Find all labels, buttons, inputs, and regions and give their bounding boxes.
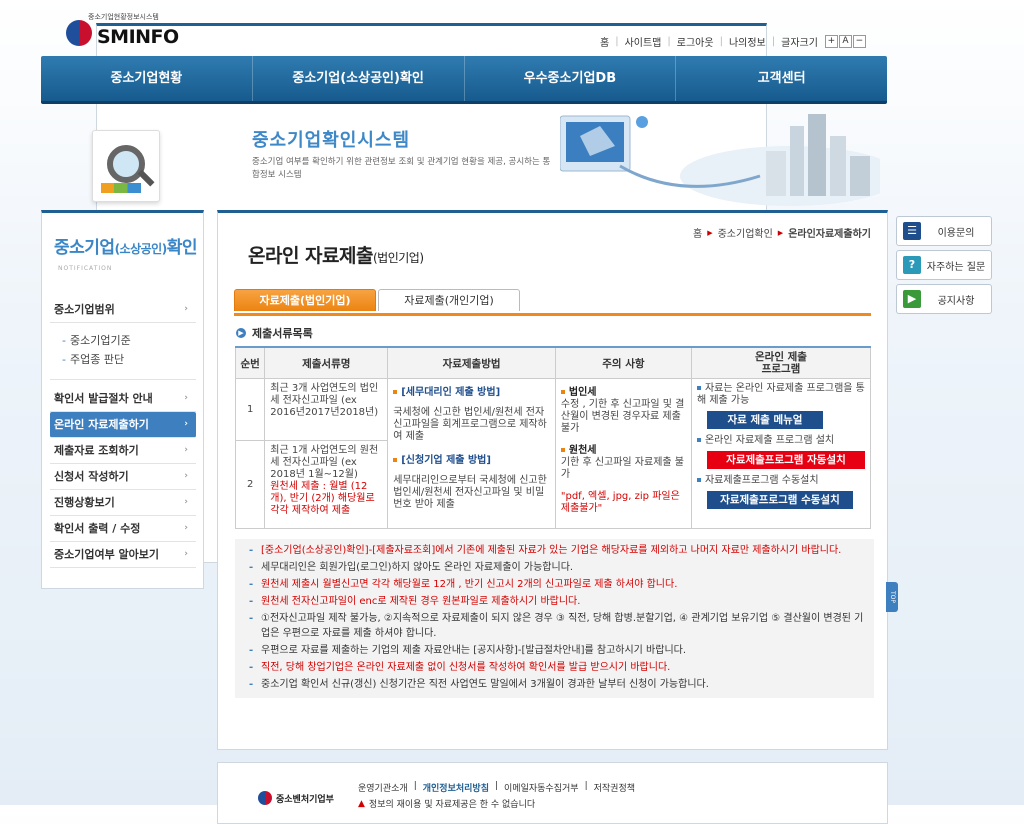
breadcrumb-mid[interactable]: 중소기업확인 (718, 225, 773, 240)
sidebar-item-issue-guide[interactable]: 확인서 발급절차 안내 › (50, 386, 196, 412)
footer-link-copyright[interactable]: 저작권정책 (594, 781, 635, 794)
submit-method-cell: [세무대리인 제출 방법] 국세청에 신고한 법인세/원천세 전자신고파일을 회… (387, 378, 556, 529)
banner-description: 중소기업 여부를 확인하기 위한 관련정보 조회 및 관계기업 현황을 제공, … (252, 157, 551, 180)
warning-icon: ▲ (358, 798, 365, 809)
nav-excellent-sme-db[interactable]: 우수중소기업DB (465, 56, 677, 101)
submit-tabs: 자료제출(법인기업) 자료제출(개인기업) (234, 289, 871, 316)
font-size-label: 글자크기 (781, 38, 818, 49)
breadcrumb-current: 온라인자료제출하기 (788, 229, 871, 240)
manual-install-button[interactable]: 자료제출프로그램 수동설치 (706, 491, 853, 509)
auto-install-button[interactable]: 자료제출프로그램 자동설치 (706, 451, 865, 469)
font-decrease-button[interactable]: − (852, 35, 866, 48)
notice-list: [중소기업(소상공인)확인]-[제출자료조회]에서 기존에 제출된 자료가 있는… (235, 539, 874, 698)
document-name: 최근 3개 사업연도의 법인세 전자신고파일 (ex 2016년2017년201… (264, 378, 389, 441)
breadcrumb-home[interactable]: 홈 (693, 225, 702, 240)
chevron-right-icon: › (184, 549, 188, 559)
footer-logo: 중소벤처기업부 (258, 791, 334, 805)
government-emblem-icon (258, 791, 272, 805)
sidebar-item-submitted-view[interactable]: 제출자료 조회하기 › (50, 438, 196, 464)
column-header: 온라인 제출 프로그램 (690, 346, 872, 379)
nav-sme-status[interactable]: 중소기업현황 (41, 56, 253, 101)
myinfo-link[interactable]: 나의정보 (729, 34, 766, 49)
government-emblem-icon (66, 20, 92, 46)
list-item: [중소기업(소상공인)확인]-[제출자료조회]에서 기존에 제출된 자료가 있는… (243, 543, 866, 558)
list-item: 직전, 당해 창업기업은 온라인 자료제출 없이 신청서를 작성하여 확인서를 … (243, 660, 866, 675)
footer: 중소벤처기업부 운영기관소개 | 개인정보처리방침 | 이메일자동수집거부 | 저작권… (217, 762, 888, 824)
footer-link-about[interactable]: 운영기관소개 (358, 781, 408, 794)
row-number: 1 (234, 378, 266, 441)
city-illustration (560, 114, 880, 206)
document-name: 최근 1개 사업연도의 원천세 전자신고파일 (ex 2018년 1월~12월)… (264, 440, 389, 529)
caret-right-icon: ▶ (777, 228, 784, 237)
sidebar-subitem-sme-criteria[interactable]: - 중소기업기준 (50, 331, 196, 350)
list-icon: ☰ (903, 222, 921, 240)
quick-faq[interactable]: ? 자주하는 질문 (896, 250, 992, 280)
footer-link-privacy[interactable]: 개인정보처리방침 (423, 781, 489, 794)
sidebar-item-progress[interactable]: 진행상황보기 › (50, 490, 196, 516)
chevron-right-icon: › (184, 523, 188, 533)
sidebar-item-write-application[interactable]: 신청서 작성하기 › (50, 464, 196, 490)
left-sidebar: 중소기업(소상공인)확인 NOTIFICATION 중소기업범위 › - 중소기업기… (41, 210, 204, 589)
sidebar-notification-label: NOTIFICATION (58, 265, 113, 272)
site-logo[interactable]: 중소기업현황정보시스템 SMINFO (66, 12, 767, 563)
chevron-right-icon: › (184, 393, 188, 403)
magnifier-icon (92, 130, 160, 202)
home-link[interactable]: 홈 (600, 34, 609, 49)
main-content: 홈 ▶ 중소기업확인 ▶ 온라인자료제출하기 온라인 자료제출(법인기업) 자료… (217, 210, 888, 750)
sidebar-item-check-sme[interactable]: 중소기업여부 알아보기 › (50, 542, 196, 568)
row-number: 2 (234, 440, 266, 529)
sidebar-subitem-main-industry[interactable]: - 주업종 판단 (50, 350, 196, 369)
quick-inquiry[interactable]: ☰ 이용문의 (896, 216, 992, 246)
logo-subtitle: 중소기업현황정보시스템 (88, 13, 159, 21)
list-item: 원천세 전자신고파일이 enc로 제작된 경우 원본파일로 제출하시기 바랍니다… (243, 594, 866, 609)
tab-corporate[interactable]: 자료제출(법인기업) (234, 289, 376, 311)
footer-warning: ▲ 정보의 재이용 및 자료제공은 한 수 없습니다 (358, 798, 536, 811)
chevron-right-icon: › (184, 419, 188, 429)
question-icon: ? (903, 256, 921, 274)
table-row: 1 최근 3개 사업연도의 법인세 전자신고파일 (ex 2016년2017년2… (234, 378, 872, 529)
program-cell: 자료는 온라인 자료제출 프로그램을 통해 제출 가능 자료 제출 메뉴얼 온라… (690, 378, 872, 529)
chevron-right-icon: › (184, 471, 188, 481)
list-item: ①전자신고파일 제작 불가능, ②지속적으로 자료제출이 되지 않은 경우 ③ … (243, 611, 866, 641)
column-header: 제출서류명 (264, 346, 389, 379)
scroll-top-button[interactable]: TOP (886, 582, 898, 612)
list-item: 원천세 제출시 월별신고면 각각 해당월로 12개 , 반기 신고시 2개의 신… (243, 577, 866, 592)
chevron-right-icon: › (184, 497, 188, 507)
list-item: 우편으로 자료를 제출하는 기업의 제출 자료안내는 [공지사항]-[발급절차안… (243, 643, 866, 658)
megaphone-icon: ▶ (903, 290, 921, 308)
chevron-right-icon: › (184, 304, 188, 314)
manual-download-button[interactable]: 자료 제출 메뉴얼 (706, 411, 823, 429)
bullet-arrow-icon: ▶ (236, 328, 246, 338)
logout-link[interactable]: 로그아웃 (677, 34, 714, 49)
table-header-row: 순번 제출서류명 자료제출방법 주의 사항 온라인 제출 프로그램 (234, 346, 872, 379)
sidebar-item-online-submit[interactable]: 온라인 자료제출하기 › (50, 412, 196, 438)
footer-link-email[interactable]: 이메일자동수집거부 (504, 781, 579, 794)
caret-right-icon: ▶ (707, 228, 713, 237)
page-title: 온라인 자료제출(법인기업) (248, 245, 424, 267)
nav-customer-center[interactable]: 고객센터 (676, 56, 887, 101)
list-item: 중소기업 확인서 신규(갱신) 신청기간은 직전 사업연도 말일에서 3개월이 … (243, 677, 866, 692)
column-header: 자료제출방법 (387, 346, 556, 379)
document-table: 순번 제출서류명 자료제출방법 주의 사항 온라인 제출 프로그램 1 최근 3… (234, 346, 872, 529)
sitemap-link[interactable]: 사이트맵 (625, 34, 662, 49)
section-heading: ▶ 제출서류목록 (236, 325, 313, 341)
chevron-right-icon: › (184, 445, 188, 455)
footer-links: 운영기관소개 | 개인정보처리방침 | 이메일자동수집거부 | 저작권정책 (358, 781, 636, 794)
sidebar-item-sme-scope[interactable]: 중소기업범위 › (50, 297, 196, 323)
quick-notice[interactable]: ▶ 공지사항 (896, 284, 992, 314)
font-increase-button[interactable]: + (824, 35, 838, 48)
main-nav: 중소기업현황 중소기업(소상공인)확인 우수중소기업DB 고객센터 (41, 56, 887, 104)
column-header: 주의 사항 (554, 346, 692, 379)
breadcrumb: 홈 ▶ 중소기업확인 ▶ 온라인자료제출하기 (693, 225, 871, 241)
banner-title: 중소기업확인시스템 (252, 130, 411, 151)
sidebar-item-print-edit[interactable]: 확인서 출력 / 수정 › (50, 516, 196, 542)
column-header: 순번 (234, 346, 266, 379)
font-reset-button[interactable]: A (838, 35, 852, 48)
list-item: 세무대리인은 회원가입(로그인)하지 않아도 온라인 자료제출이 가능합니다. (243, 560, 866, 575)
utility-links: 홈 | 사이트맵 | 로그아웃 | 나의정보 | 글자크기 + A − (600, 34, 866, 49)
nav-sme-confirm[interactable]: 중소기업(소상공인)확인 (253, 56, 465, 101)
sidebar-title: 중소기업(소상공인)확인 (54, 238, 197, 258)
tab-individual[interactable]: 자료제출(개인기업) (378, 289, 520, 311)
caution-cell: 법인세 수정 , 기한 후 신고파일 및 결산월이 변경된 경우자료 제출 불가… (554, 378, 692, 529)
